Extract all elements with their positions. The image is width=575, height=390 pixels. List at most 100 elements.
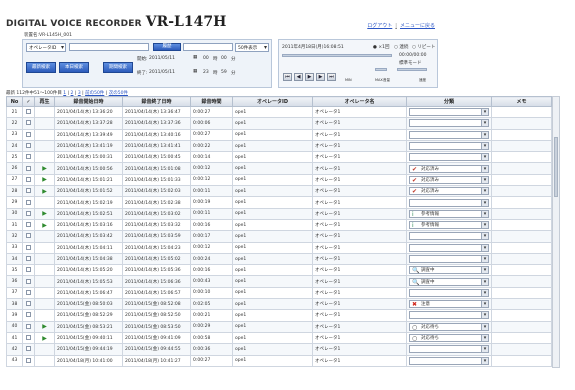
table-row[interactable]: 40 ▶ 2011/04/15(金) 08:53:21 2011/04/15(金) 0… <box>6 320 552 333</box>
play-cell[interactable]: ▶ <box>34 185 55 198</box>
play-flag-icon[interactable]: ▶ <box>42 222 47 229</box>
chevron-down-icon[interactable]: ▾ <box>481 210 488 217</box>
memo-cell[interactable] <box>491 207 552 220</box>
row-checkbox[interactable] <box>26 188 31 194</box>
speed-slider[interactable] <box>397 68 427 71</box>
play-cell[interactable]: ▶ <box>34 218 55 232</box>
play-flag-icon[interactable]: ▶ <box>42 176 47 183</box>
row-checkbox[interactable] <box>26 256 31 261</box>
memo-cell[interactable] <box>491 128 552 141</box>
row-checkbox[interactable] <box>26 233 31 239</box>
table-row[interactable]: 37 2011/04/14(木) 15:06:47 2011/04/14(木) 15… <box>6 286 552 300</box>
history-button[interactable]: 履歴 <box>153 43 181 51</box>
category-select[interactable]: ▾ <box>409 130 489 139</box>
row-check-cell[interactable] <box>22 151 35 164</box>
memo-cell[interactable] <box>491 298 552 311</box>
row-checkbox[interactable] <box>26 120 31 126</box>
row-checkbox[interactable] <box>26 267 31 273</box>
chevron-down-icon[interactable]: ▾ <box>481 278 488 285</box>
category-select[interactable]: ▾ <box>409 356 489 365</box>
play-cell[interactable]: ▶ <box>34 320 55 333</box>
chevron-down-icon[interactable]: ▾ <box>481 176 488 183</box>
row-check-cell[interactable] <box>22 218 35 232</box>
start-hour[interactable]: 00 <box>203 56 209 61</box>
row-checkbox[interactable] <box>26 323 31 329</box>
row-check-cell[interactable] <box>22 309 35 322</box>
category-select[interactable]: ○ 対応待ち ▾ <box>409 322 489 331</box>
memo-cell[interactable] <box>491 117 552 130</box>
row-check-cell[interactable] <box>22 162 35 175</box>
chevron-down-icon[interactable]: ▾ <box>481 289 488 296</box>
row-check-cell[interactable] <box>22 105 35 119</box>
chevron-down-icon[interactable]: ▾ <box>481 323 488 330</box>
row-check-cell[interactable] <box>22 185 35 198</box>
category-select[interactable]: 🔍 調査中 ▾ <box>409 266 489 275</box>
row-check-cell[interactable] <box>22 354 35 367</box>
chevron-down-icon[interactable]: ▾ <box>481 335 488 342</box>
end-date[interactable]: 2011/05/11 <box>149 70 175 75</box>
table-row[interactable]: 32 2011/04/14(木) 15:03:42 2011/04/14(木) 15… <box>6 230 552 243</box>
category-select[interactable]: ▾ <box>409 153 489 162</box>
radio-continuous[interactable]: ○ 連続 <box>394 44 408 50</box>
row-checkbox[interactable] <box>26 143 31 149</box>
play-cell[interactable] <box>34 309 55 322</box>
chevron-down-icon[interactable]: ▾ <box>481 256 488 262</box>
category-select[interactable]: ✔ 対応済み ▾ <box>409 164 489 173</box>
table-row[interactable]: 43 2011/04/18(月) 10:41:00 2011/04/18(月) 10… <box>6 354 552 367</box>
chevron-down-icon[interactable]: ▾ <box>481 199 488 206</box>
table-row[interactable]: 24 2011/04/14(木) 13:41:19 2011/04/14(木) 13… <box>6 139 552 153</box>
table-row[interactable]: 25 2011/04/14(木) 15:00:31 2011/04/14(木) 15… <box>6 151 552 164</box>
play-cell[interactable] <box>34 264 55 277</box>
memo-cell[interactable] <box>491 252 552 266</box>
category-select[interactable]: i 参考情報 ▾ <box>409 221 489 230</box>
row-checkbox[interactable] <box>26 176 31 182</box>
table-row[interactable]: 33 2011/04/14(木) 15:04:11 2011/04/14(木) 15… <box>6 241 552 254</box>
play-flag-icon[interactable]: ▶ <box>42 210 47 217</box>
chevron-down-icon[interactable]: ▾ <box>481 143 488 150</box>
chevron-down-icon[interactable]: ▾ <box>481 301 488 308</box>
memo-cell[interactable] <box>491 343 552 356</box>
table-row[interactable]: 35 2011/04/14(木) 15:05:20 2011/04/14(木) 15… <box>6 264 552 277</box>
play-cell[interactable] <box>34 105 55 119</box>
chevron-down-icon[interactable]: ▾ <box>481 233 488 240</box>
chevron-down-icon[interactable]: ▾ <box>481 312 488 319</box>
row-check-cell[interactable] <box>22 241 35 254</box>
calendar-icon[interactable]: ▦ <box>193 55 197 60</box>
row-checkbox[interactable] <box>26 357 31 363</box>
row-check-cell[interactable] <box>22 264 35 277</box>
play-cell[interactable] <box>34 286 55 300</box>
table-row[interactable]: 36 2011/04/14(木) 15:05:53 2011/04/14(木) 15… <box>6 275 552 288</box>
row-checkbox[interactable] <box>26 278 31 284</box>
row-checkbox[interactable] <box>26 131 31 137</box>
category-select[interactable]: ▾ <box>409 243 489 252</box>
row-check-cell[interactable] <box>22 230 35 243</box>
play-cell[interactable]: ▶ <box>34 207 55 220</box>
operator-select[interactable]: オペレータID <box>26 43 66 52</box>
table-row[interactable]: 28 ▶ 2011/04/14(木) 15:01:52 2011/04/14(木) 1… <box>6 185 552 198</box>
play-cell[interactable] <box>34 298 55 311</box>
table-row[interactable]: 42 2011/04/15(金) 09:44:19 2011/04/15(金) 09… <box>6 343 552 356</box>
volume-slider[interactable] <box>375 68 387 71</box>
memo-cell[interactable] <box>491 218 552 232</box>
latest-search-button[interactable]: 最新検索 <box>26 62 56 73</box>
chevron-down-icon[interactable]: ▾ <box>481 244 488 251</box>
memo-cell[interactable] <box>491 105 552 119</box>
chevron-down-icon[interactable]: ▾ <box>481 267 488 274</box>
chevron-down-icon[interactable]: ▾ <box>481 131 488 138</box>
row-checkbox[interactable] <box>26 335 31 341</box>
memo-cell[interactable] <box>491 309 552 322</box>
table-scrollbar[interactable] <box>552 96 560 368</box>
table-row[interactable]: 29 2011/04/14(木) 15:02:19 2011/04/14(木) 15… <box>6 196 552 209</box>
chevron-down-icon[interactable]: ▾ <box>481 346 488 353</box>
category-select[interactable]: i 参考情報 ▾ <box>409 209 489 218</box>
table-row[interactable]: 41 ▶ 2011/04/15(金) 09:40:11 2011/04/15(金) 0… <box>6 331 552 345</box>
play-cell[interactable] <box>34 196 55 209</box>
today-search-button[interactable]: 本日検索 <box>59 62 89 73</box>
play-cell[interactable] <box>34 151 55 164</box>
table-row[interactable]: 26 ▶ 2011/04/14(木) 15:00:56 2011/04/14(木) 1… <box>6 162 552 175</box>
row-check-cell[interactable] <box>22 320 35 333</box>
row-checkbox[interactable] <box>26 210 31 216</box>
row-checkbox[interactable] <box>26 165 31 171</box>
skip-forward-icon[interactable]: ⏭ <box>327 73 336 81</box>
category-select[interactable]: ▾ <box>409 345 489 354</box>
